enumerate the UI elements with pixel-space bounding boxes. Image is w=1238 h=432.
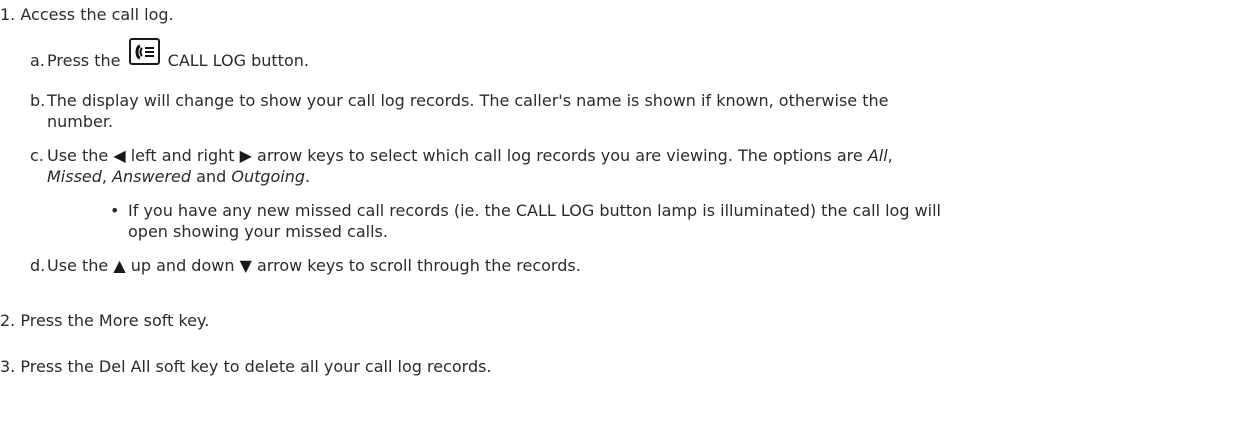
call-log-key-icon	[128, 38, 160, 65]
step-text: Press the Del All soft key to delete all…	[20, 357, 492, 376]
step-1: 1. Access the call log.	[0, 4, 174, 25]
option-all: All	[867, 146, 888, 165]
step-number: 1.	[0, 5, 16, 24]
option-missed: Missed	[47, 167, 102, 186]
substep-letter: a.	[30, 51, 45, 70]
punctuation: .	[305, 167, 311, 186]
step-2: 2. Press the More soft key.	[0, 310, 209, 331]
right-arrow-icon: ▶	[239, 146, 252, 165]
substep-a: a. Press the CALL LOG button.	[30, 38, 1220, 70]
option-outgoing: Outgoing	[231, 167, 306, 186]
step-number: 3.	[0, 357, 16, 376]
substep-text: Use the	[47, 146, 109, 165]
substep-b: b. The display will change to show your …	[30, 90, 1220, 132]
substep-text-line1: The display will change to show your cal…	[47, 91, 889, 110]
bullet-text-line1: If you have any new missed call records …	[128, 201, 941, 220]
bullet-item: • If you have any new missed call record…	[110, 200, 1168, 242]
substep-text-line2: number.	[47, 112, 114, 131]
bullet-text-line2: open showing your missed calls.	[128, 222, 388, 241]
step-3: 3. Press the Del All soft key to delete …	[0, 356, 492, 377]
punctuation: ,	[887, 146, 893, 165]
step-text: Press the More soft key.	[20, 311, 210, 330]
punctuation: ,	[101, 167, 108, 186]
left-arrow-icon: ◀	[113, 146, 126, 165]
substep-text: arrow keys to scroll through the records…	[256, 256, 581, 275]
substep-letter: c.	[30, 146, 44, 165]
substep-text-pre: Press the	[47, 51, 121, 70]
substep-d: d. Use the ▲ up and down ▼ arrow keys to…	[30, 255, 1220, 276]
substep-text: arrow keys to select which call log reco…	[257, 146, 863, 165]
down-arrow-icon: ▼	[239, 256, 252, 275]
substep-text: Use the	[47, 256, 109, 275]
substep-letter: d.	[30, 256, 46, 275]
substep-text: left and right	[130, 146, 235, 165]
substep-text: up and down	[130, 256, 235, 275]
substep-text-post: CALL LOG button.	[167, 51, 309, 70]
substep-c: c. Use the ◀ left and right ▶ arrow keys…	[30, 145, 1220, 187]
bullet-icon: •	[110, 201, 120, 220]
step-text: Access the call log.	[20, 5, 174, 24]
step-number: 2.	[0, 311, 16, 330]
substep-text: and	[196, 167, 227, 186]
up-arrow-icon: ▲	[113, 256, 126, 275]
option-answered: Answered	[112, 167, 192, 186]
substep-letter: b.	[30, 91, 46, 110]
